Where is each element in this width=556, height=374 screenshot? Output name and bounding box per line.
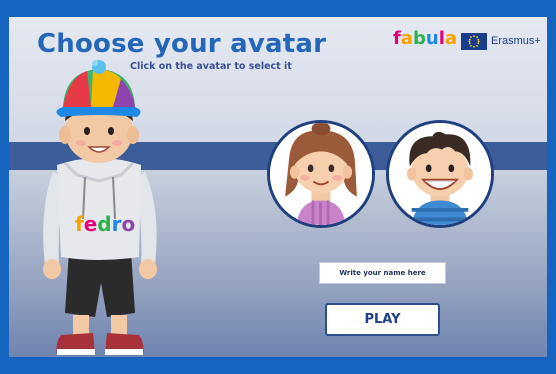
play-button[interactable]: PLAY bbox=[325, 303, 440, 336]
fabula-logo-letter: f bbox=[393, 28, 401, 49]
fabula-logo-letter: u bbox=[425, 28, 439, 49]
shirt-logo: fedro bbox=[75, 212, 135, 236]
fabula-logo-letter: b bbox=[413, 28, 426, 49]
avatar-boy-button[interactable] bbox=[386, 120, 494, 228]
shirt-logo-letter: r bbox=[112, 212, 122, 236]
shirt-logo-letter: d bbox=[97, 212, 111, 236]
fabula-logo: fabula bbox=[393, 28, 457, 49]
erasmus-label: Erasmus+ bbox=[491, 35, 541, 47]
game-frame: Choose your avatar Click on the avatar t… bbox=[9, 17, 547, 357]
name-input[interactable] bbox=[319, 262, 446, 284]
avatar-girl-button[interactable] bbox=[267, 120, 375, 228]
fabula-logo-letter: a bbox=[400, 28, 413, 49]
character-illustration: fedro bbox=[43, 60, 157, 355]
boy-avatar-icon bbox=[389, 123, 491, 225]
shirt-logo-letter: o bbox=[121, 212, 135, 236]
shirt-logo-letter: e bbox=[84, 212, 98, 236]
eu-flag-icon bbox=[461, 33, 487, 50]
shirt-logo-letter: f bbox=[75, 212, 84, 236]
girl-avatar-icon bbox=[270, 123, 372, 225]
fabula-logo-letter: a bbox=[444, 28, 458, 49]
